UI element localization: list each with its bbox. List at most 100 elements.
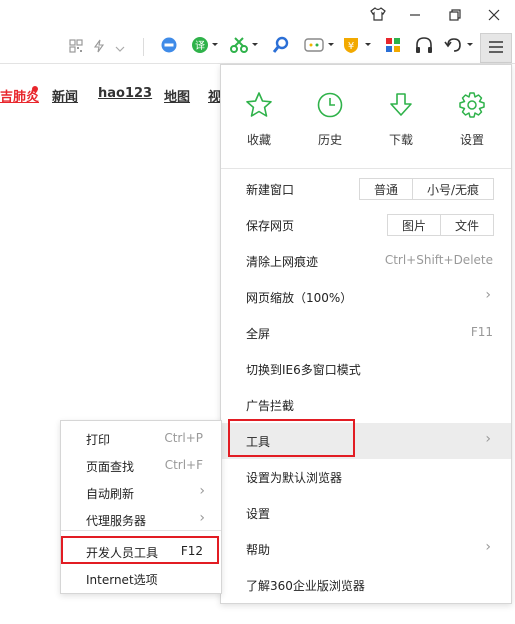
search-icon [272, 36, 290, 58]
chevron-right-icon: › [485, 539, 491, 555]
menu-item-settings[interactable]: 设置 [221, 495, 511, 531]
clear-history-shortcut: Ctrl+Shift+Delete [384, 253, 493, 267]
chevron-down-icon [115, 38, 125, 57]
tools-highlight-box [228, 419, 355, 457]
chevron-right-icon: › [485, 431, 491, 447]
quick-favorites[interactable]: 收藏 [234, 91, 284, 148]
new-window-incognito-button[interactable]: 小号/无痕 [412, 178, 494, 200]
minimize-button[interactable] [397, 0, 433, 30]
star-icon [245, 92, 273, 123]
proxy-label: 代理服务器 [86, 514, 147, 528]
nav-link-news[interactable]: 新闻 [52, 86, 78, 105]
menu-item-fullscreen[interactable]: 全屏 F11 [221, 315, 511, 351]
search-toolbar-button[interactable] [270, 30, 292, 64]
chevron-right-icon: › [199, 510, 205, 526]
speed-mode-button[interactable] [90, 30, 108, 64]
submenu-item-proxy[interactable]: 代理服务器 › [61, 506, 221, 532]
skin-button[interactable] [360, 0, 396, 30]
menu-item-enterprise[interactable]: 了解360企业版浏览器 [221, 567, 511, 603]
title-bar [0, 0, 515, 30]
print-shortcut: Ctrl+P [164, 431, 203, 445]
enterprise-label: 了解360企业版浏览器 [246, 579, 365, 593]
fullscreen-label: 全屏 [246, 327, 271, 341]
find-shortcut: Ctrl+F [164, 458, 203, 472]
set-default-label: 设置为默认浏览器 [246, 471, 343, 485]
submenu-item-auto-refresh[interactable]: 自动刷新 › [61, 479, 221, 505]
svg-text:译: 译 [195, 40, 205, 52]
hot-badge [32, 86, 38, 92]
game-button[interactable] [302, 30, 336, 64]
shopping-button[interactable]: ¥ [340, 30, 374, 64]
music-button[interactable] [412, 30, 436, 64]
block-icon [160, 36, 178, 58]
print-label: 打印 [86, 433, 111, 447]
clear-history-label: 清除上网痕迹 [246, 255, 319, 269]
submenu-divider [61, 530, 221, 531]
save-as-image-button[interactable]: 图片 [387, 214, 441, 236]
tools-submenu: 打印 Ctrl+P 页面查找 Ctrl+F 自动刷新 › 代理服务器 › 开发人… [60, 420, 222, 594]
quick-downloads[interactable]: 下载 [376, 91, 426, 148]
save-as-file-button[interactable]: 文件 [440, 214, 494, 236]
adblock-toolbar-button[interactable] [158, 30, 180, 64]
quick-history-label: 历史 [317, 133, 342, 147]
apps-grid-icon [385, 37, 401, 57]
menu-item-help[interactable]: 帮助 › [221, 531, 511, 567]
nav-link-hao123[interactable]: hao123 [98, 86, 152, 101]
headphones-icon [415, 36, 433, 58]
yuan-shield-icon: ¥ [341, 36, 373, 58]
browser-window: 译 ¥ 吉肺炎 新闻 hao123 地图 视 收藏 历史 下载 设置 新建窗口 … [0, 0, 515, 624]
submenu-item-internet-options[interactable]: Internet选项 [61, 565, 221, 591]
svg-text:¥: ¥ [348, 41, 354, 52]
hamburger-icon [488, 39, 504, 58]
submenu-item-find[interactable]: 页面查找 Ctrl+F [61, 452, 221, 478]
menu-item-clear-history[interactable]: 清除上网痕迹 Ctrl+Shift+Delete [221, 243, 511, 279]
screenshot-button[interactable] [228, 30, 260, 64]
zoom-label: 网页缩放（100%） [246, 291, 353, 305]
help-label: 帮助 [246, 543, 271, 557]
menu-item-set-default[interactable]: 设置为默认浏览器 [221, 459, 511, 495]
menu-item-zoom[interactable]: 网页缩放（100%） › [221, 279, 511, 315]
shirt-icon [370, 6, 386, 25]
restore-button[interactable] [437, 0, 473, 30]
main-menu-button[interactable] [480, 33, 512, 63]
toolbar-divider [143, 38, 144, 56]
qrcode-button[interactable] [66, 30, 86, 64]
adblock-label: 广告拦截 [246, 399, 295, 413]
internet-options-label: Internet选项 [86, 573, 158, 587]
close-icon [488, 6, 500, 25]
ie6-mode-label: 切换到IE6多窗口模式 [246, 363, 361, 377]
mode-dropdown[interactable] [112, 30, 128, 64]
minimize-icon [409, 6, 421, 25]
nav-link-map[interactable]: 地图 [164, 86, 190, 105]
quick-settings-label: 设置 [459, 133, 484, 147]
scissors-icon [229, 36, 259, 58]
save-page-label: 保存网页 [246, 219, 295, 233]
menu-item-adblock[interactable]: 广告拦截 [221, 387, 511, 423]
quick-actions: 收藏 历史 下载 设置 [221, 65, 511, 169]
quick-downloads-label: 下载 [388, 133, 413, 147]
submenu-item-print[interactable]: 打印 Ctrl+P [61, 425, 221, 451]
qrcode-icon [69, 38, 83, 57]
close-button[interactable] [476, 0, 512, 30]
undo-close-button[interactable] [442, 30, 476, 64]
quick-history[interactable]: 历史 [305, 91, 355, 148]
menu-item-save-page: 保存网页 图片 文件 [221, 207, 511, 243]
translate-button[interactable]: 译 [190, 30, 220, 64]
restore-icon [449, 6, 461, 25]
quick-settings[interactable]: 设置 [447, 91, 497, 148]
chevron-right-icon: › [199, 483, 205, 499]
chevron-right-icon: › [485, 287, 491, 303]
undo-icon [443, 36, 475, 58]
gear-icon [458, 92, 486, 123]
quick-favorites-label: 收藏 [246, 133, 271, 147]
apps-button[interactable] [382, 30, 404, 64]
auto-refresh-label: 自动刷新 [86, 487, 135, 501]
devtools-highlight-box [61, 536, 219, 564]
gamepad-icon [303, 36, 335, 58]
fullscreen-shortcut: F11 [470, 325, 493, 339]
menu-item-ie6-mode[interactable]: 切换到IE6多窗口模式 [221, 351, 511, 387]
download-icon [387, 93, 415, 123]
lightning-icon [93, 38, 105, 57]
new-window-normal-button[interactable]: 普通 [359, 178, 413, 200]
find-label: 页面查找 [86, 460, 135, 474]
